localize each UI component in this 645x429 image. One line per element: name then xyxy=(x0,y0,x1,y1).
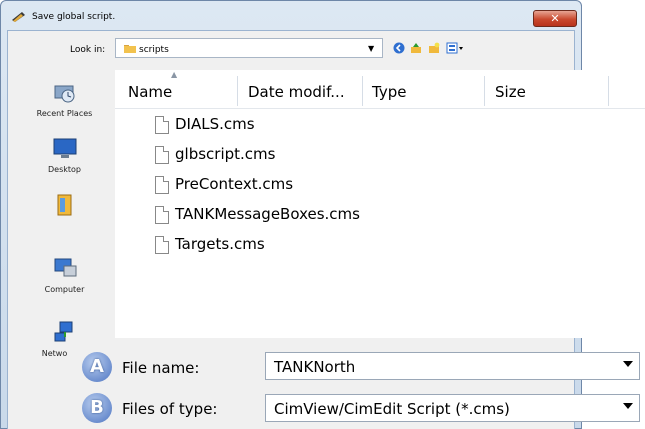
computer-icon xyxy=(54,258,76,277)
save-dialog: Save global script. ✕ Look in: scripts ▼… xyxy=(0,0,645,429)
lookin-label: Look in: xyxy=(70,45,106,55)
place-label: Computer xyxy=(44,285,85,294)
file-type-label: Files of type: xyxy=(122,400,218,418)
callout-badge-a: A xyxy=(82,352,112,382)
document-icon xyxy=(155,206,169,224)
folder-icon xyxy=(124,45,136,53)
file-name: Targets.cms xyxy=(175,235,265,253)
file-type-dropdown-arrow[interactable] xyxy=(623,403,633,409)
lookin-value: scripts xyxy=(139,45,169,55)
column-divider[interactable] xyxy=(484,76,485,106)
file-name: TANKMessageBoxes.cms xyxy=(175,205,360,223)
document-icon xyxy=(155,176,169,194)
up-folder-icon[interactable] xyxy=(410,42,422,54)
view-menu-icon[interactable] xyxy=(446,42,464,54)
file-name-dropdown-arrow[interactable] xyxy=(623,361,633,367)
column-divider[interactable] xyxy=(362,76,363,106)
sort-ascending-icon: ▲ xyxy=(171,70,178,79)
column-header-type[interactable]: Type xyxy=(372,83,406,121)
close-button[interactable]: ✕ xyxy=(533,10,577,27)
header-separator xyxy=(115,108,645,109)
title-bar[interactable]: Save global script. ✕ xyxy=(6,6,577,28)
file-name-input[interactable]: TANKNorth xyxy=(265,352,640,380)
new-folder-icon[interactable] xyxy=(428,42,440,54)
lookin-dropdown-arrow[interactable]: ▼ xyxy=(368,44,374,53)
document-icon xyxy=(155,116,169,134)
recent-places-icon xyxy=(54,85,74,103)
place-label: Desktop xyxy=(48,165,81,174)
file-type-select[interactable]: CimView/CimEdit Script (*.cms) xyxy=(265,394,640,422)
document-icon xyxy=(155,236,169,254)
place-label: Recent Places xyxy=(36,109,93,118)
place-recent-places[interactable]: Recent Places xyxy=(18,80,111,118)
file-list[interactable]: ▲ Name Date modif... Type Size DIALS.cms… xyxy=(115,70,645,338)
column-divider[interactable] xyxy=(608,76,609,106)
file-type-value: CimView/CimEdit Script (*.cms) xyxy=(274,400,510,418)
place-desktop[interactable]: Desktop xyxy=(18,136,111,174)
column-header-date[interactable]: Date modif... xyxy=(248,83,345,121)
app-icon xyxy=(12,12,25,22)
file-name: PreContext.cms xyxy=(175,175,294,193)
file-name-value: TANKNorth xyxy=(274,358,356,376)
document-icon xyxy=(155,146,169,164)
user-folder-icon xyxy=(57,194,71,216)
place-user-folder[interactable] xyxy=(18,192,111,218)
callout-badge-b: B xyxy=(82,393,112,423)
column-divider[interactable] xyxy=(237,76,238,106)
column-header-size[interactable]: Size xyxy=(495,83,526,121)
desktop-icon xyxy=(53,138,76,158)
place-computer[interactable]: Computer xyxy=(18,256,111,294)
back-icon[interactable] xyxy=(393,42,405,54)
file-name: glbscript.cms xyxy=(175,145,276,163)
network-icon xyxy=(54,321,72,342)
file-name-label: File name: xyxy=(122,359,200,377)
file-name: DIALS.cms xyxy=(175,115,255,133)
window-title: Save global script. xyxy=(32,12,116,22)
